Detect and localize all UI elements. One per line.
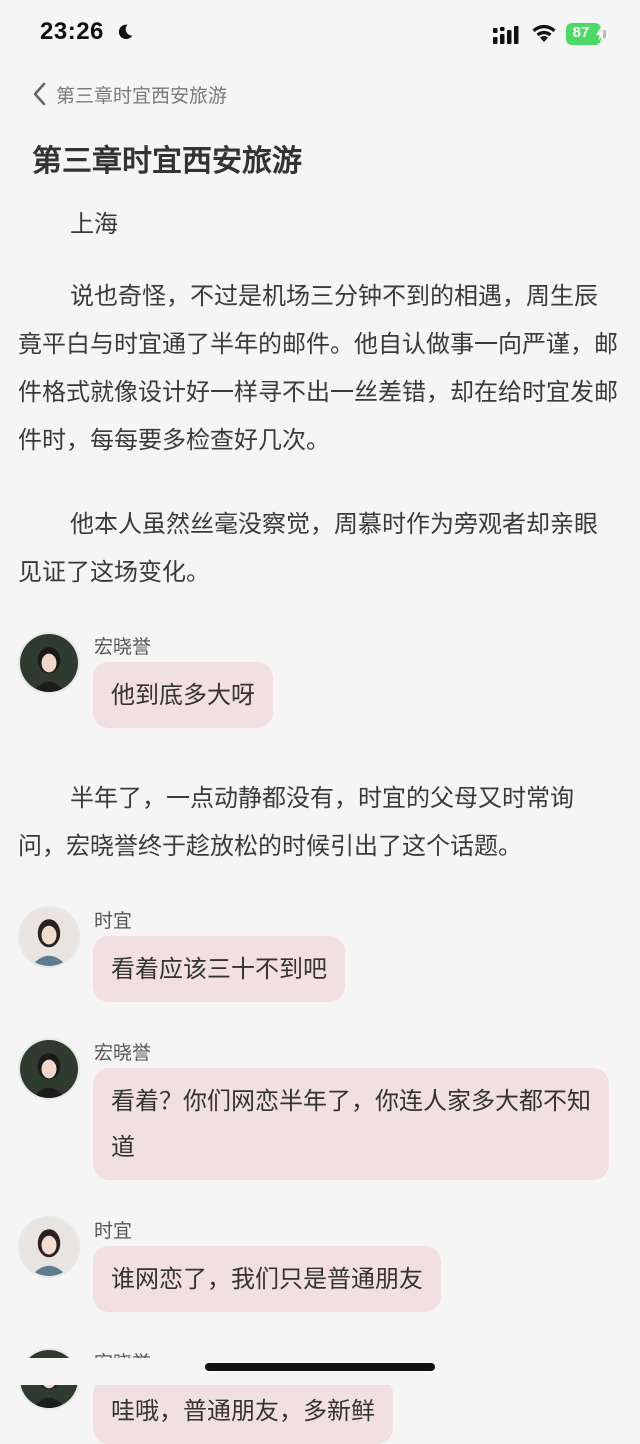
wifi-icon: [532, 24, 556, 42]
battery-icon: 87: [566, 23, 606, 45]
status-bar: 23:26 87: [0, 0, 640, 70]
location-line: 上海: [70, 210, 118, 238]
message-bubble: 哇哦，普通朋友，多新鲜: [93, 1378, 393, 1444]
charging-bolt-icon: [596, 27, 604, 41]
chapter-title: 第三章时宜西安旅游: [32, 144, 302, 179]
paragraph: 说也奇怪，不过是机场三分钟不到的相遇，周生辰竟平白与时宜通了半年的邮件。他自认做…: [18, 282, 618, 454]
dialogue-message: 时宜 谁网恋了，我们只是普通朋友: [18, 1216, 618, 1312]
message-bubble: 他到底多大呀: [93, 662, 273, 728]
back-button[interactable]: 第三章时宜西安旅游: [30, 76, 227, 112]
dialogue-message: 时宜 看着应该三十不到吧: [18, 906, 618, 1002]
paragraph: 他本人虽然丝毫没察觉，周慕时作为旁观者却亲眼见证了这场变化。: [18, 510, 598, 586]
status-time: 23:26: [40, 18, 104, 45]
paragraph: 半年了，一点动静都没有，时宜的父母又时常询问，宏晓誉终于趁放松的时候引出了这个话…: [18, 784, 574, 860]
avatar[interactable]: [18, 632, 80, 694]
avatar[interactable]: [18, 1038, 80, 1100]
home-indicator[interactable]: [205, 1363, 435, 1371]
back-label: 第三章时宜西安旅游: [56, 84, 228, 107]
message-bubble: 谁网恋了，我们只是普通朋友: [93, 1246, 441, 1312]
speaker-name: 时宜: [94, 1220, 133, 1242]
battery-percent: 87: [572, 24, 590, 41]
speaker-name: 宏晓誉: [94, 636, 152, 658]
story-content[interactable]: 上海 说也奇怪，不过是机场三分钟不到的相遇，周生辰竟平白与时宜通了半年的邮件。他…: [18, 200, 618, 1444]
avatar[interactable]: [18, 906, 80, 968]
moon-icon: [118, 24, 133, 40]
chevron-left-icon: [33, 82, 46, 106]
signal-icon: [493, 26, 519, 44]
speaker-name: 时宜: [94, 910, 133, 932]
dialogue-message: 宏晓誉 他到底多大呀: [18, 632, 618, 728]
message-bubble: 看着？你们网恋半年了，你连人家多大都不知道: [93, 1068, 609, 1180]
dialogue-message: 宏晓誉 看着？你们网恋半年了，你连人家多大都不知道: [18, 1038, 618, 1180]
speaker-name: 宏晓誉: [94, 1042, 152, 1064]
avatar[interactable]: [18, 1216, 80, 1278]
message-bubble: 看着应该三十不到吧: [93, 936, 345, 1002]
